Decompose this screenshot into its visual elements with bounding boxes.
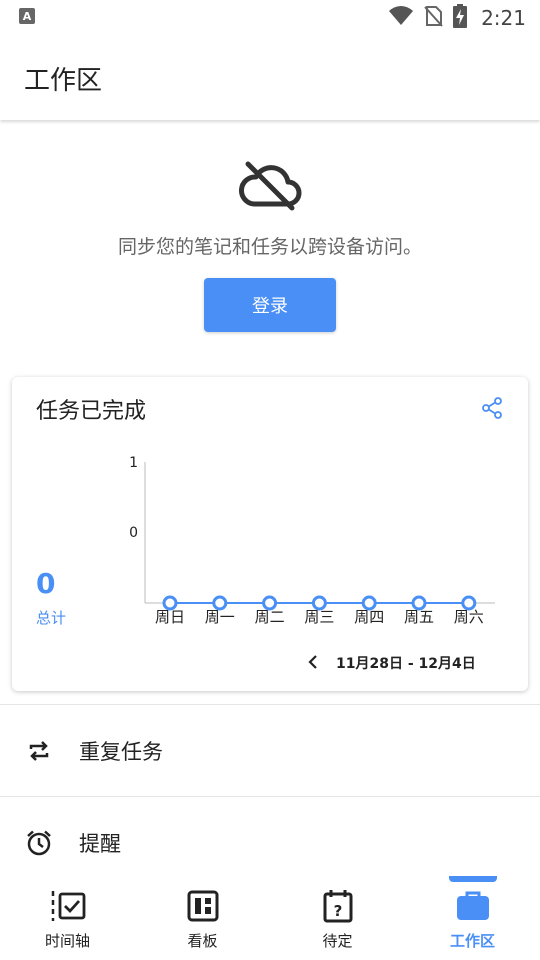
sync-message: 同步您的笔记和任务以跨设备访问。 bbox=[117, 236, 422, 258]
nav-label: 工作区 bbox=[449, 932, 495, 950]
nav-pending[interactable]: ? 待定 bbox=[270, 872, 405, 960]
status-bar: A 2:21 bbox=[0, 0, 540, 36]
app-notification-icon: A bbox=[18, 7, 36, 29]
chart-y-tick-label: 0 bbox=[129, 525, 138, 541]
total-label: 总计 bbox=[36, 609, 67, 627]
timeline-icon bbox=[50, 888, 86, 924]
chart-x-tick-label: 周五 bbox=[404, 608, 434, 626]
briefcase-icon bbox=[456, 888, 490, 924]
nav-label: 时间轴 bbox=[44, 932, 90, 950]
chart-x-tick-label: 周日 bbox=[155, 608, 185, 626]
chevron-left-icon[interactable] bbox=[308, 654, 318, 673]
nav-timeline[interactable]: 时间轴 bbox=[0, 872, 135, 960]
nav-workspace[interactable]: 工作区 bbox=[405, 872, 540, 960]
active-tab-indicator bbox=[448, 876, 497, 882]
menu-item-label: 提醒 bbox=[79, 832, 121, 856]
chart-x-tick-label: 周二 bbox=[255, 608, 285, 626]
chart-x-tick-label: 周六 bbox=[454, 608, 484, 626]
pending-calendar-icon: ? bbox=[323, 888, 353, 924]
chart-x-tick-label: 周四 bbox=[354, 608, 384, 626]
login-button[interactable]: 登录 bbox=[204, 278, 336, 332]
week-range: 11月28日 - 12月4日 bbox=[336, 656, 476, 672]
tasks-completed-card: 任务已完成 0 总计 1 0 周日 周一 周二 周三 周四 周五 周六 11月28日 - 12月… bbox=[12, 377, 528, 691]
nav-label: 待定 bbox=[322, 932, 353, 950]
completion-chart: 1 0 周日 周一 周二 周三 周四 周五 周六 bbox=[129, 455, 495, 626]
chart-x-tick-label: 周三 bbox=[304, 608, 334, 626]
clock: 2:21 bbox=[481, 6, 526, 30]
menu-item-label: 重复任务 bbox=[79, 740, 163, 764]
week-navigator: 11月28日 - 12月4日 bbox=[308, 653, 476, 673]
app-bar: 工作区 bbox=[0, 36, 540, 120]
bottom-navigation: 时间轴 看板 ? 待定 工作区 bbox=[0, 872, 540, 960]
svg-text:?: ? bbox=[333, 902, 342, 920]
cloud-off-icon bbox=[238, 160, 302, 216]
alarm-clock-icon bbox=[24, 828, 54, 858]
no-sim-icon bbox=[423, 5, 443, 31]
share-icon[interactable] bbox=[481, 397, 503, 423]
kanban-icon bbox=[187, 888, 219, 924]
chart-y-tick-label: 1 bbox=[129, 455, 138, 471]
nav-label: 看板 bbox=[187, 932, 218, 950]
wifi-icon bbox=[389, 6, 414, 30]
repeat-icon bbox=[24, 736, 54, 766]
battery-charging-icon bbox=[453, 4, 468, 32]
menu-item-repeat-tasks[interactable]: 重复任务 bbox=[0, 705, 540, 797]
nav-kanban[interactable]: 看板 bbox=[135, 872, 270, 960]
svg-text:A: A bbox=[23, 10, 32, 23]
chart-x-tick-label: 周一 bbox=[205, 608, 235, 626]
total-count: 0 bbox=[36, 567, 56, 600]
card-title: 任务已完成 bbox=[36, 399, 147, 424]
page-title: 工作区 bbox=[24, 65, 103, 96]
